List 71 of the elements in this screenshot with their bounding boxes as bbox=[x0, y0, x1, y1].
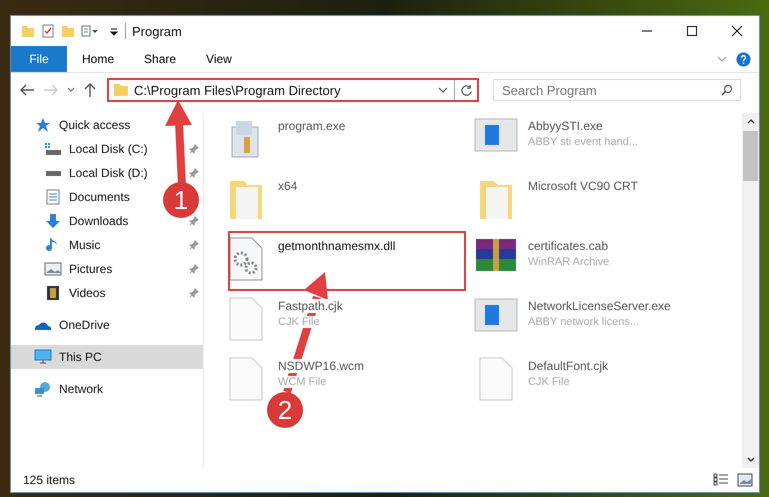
chevron-up-icon[interactable] bbox=[746, 117, 756, 125]
file-type: WinRAR Archive bbox=[528, 256, 610, 268]
chevron-down-icon[interactable] bbox=[746, 456, 756, 464]
back-arrow-icon[interactable] bbox=[19, 83, 35, 97]
monitor-icon bbox=[34, 349, 52, 365]
blank-file-icon bbox=[229, 297, 263, 341]
pin-icon[interactable] bbox=[189, 240, 199, 250]
checklist-icon[interactable] bbox=[41, 24, 55, 38]
network-icon bbox=[34, 381, 52, 397]
sidebar-item[interactable]: Local Disk (D:) bbox=[11, 161, 152, 185]
step-number-badge: 1 bbox=[163, 182, 199, 218]
file-name: DefaultFont.cjk bbox=[528, 359, 608, 373]
application-icon bbox=[474, 117, 518, 153]
application-icon bbox=[474, 297, 518, 333]
pin-icon[interactable] bbox=[189, 264, 199, 274]
address-path: C:\Program Files\Program Directory bbox=[134, 82, 342, 98]
sidebar-item[interactable]: This PC bbox=[11, 345, 203, 369]
blank-file-icon bbox=[479, 357, 513, 401]
picture-icon bbox=[44, 262, 62, 276]
file-name: Fastpath.cjk bbox=[278, 299, 343, 313]
film-icon bbox=[46, 285, 60, 301]
chevron-down-icon[interactable] bbox=[437, 85, 449, 95]
close-icon bbox=[730, 25, 742, 37]
details-view-icon[interactable] bbox=[713, 473, 729, 487]
maximize-icon bbox=[686, 25, 698, 37]
help-icon[interactable] bbox=[736, 52, 751, 66]
search-field[interactable]: Search Program bbox=[493, 79, 741, 101]
pin-icon[interactable] bbox=[189, 216, 199, 226]
sidebar-item[interactable]: Network bbox=[11, 377, 203, 401]
down-arrow-icon bbox=[45, 213, 61, 229]
file-type: ABBY sti event hand... bbox=[528, 136, 638, 148]
scrollbar-thumb[interactable] bbox=[743, 131, 758, 181]
sidebar-item[interactable]: Documents bbox=[11, 185, 134, 209]
document-icon bbox=[46, 189, 60, 205]
address-bar[interactable]: C:\Program Files\Program Directory bbox=[107, 78, 479, 102]
file-name: Microsoft VC90 CRT bbox=[528, 179, 638, 193]
archive-books-icon bbox=[474, 237, 518, 273]
sidebar-item[interactable]: Music bbox=[11, 233, 104, 257]
sidebar-item[interactable]: Local Disk (C:) bbox=[11, 137, 152, 161]
step-number-badge: 2 bbox=[267, 392, 303, 428]
file-name: x64 bbox=[278, 179, 298, 193]
star-icon bbox=[35, 117, 51, 133]
item-count: 125 items bbox=[23, 473, 76, 487]
pin-icon[interactable] bbox=[189, 288, 199, 298]
sidebar-item[interactable]: Videos bbox=[11, 281, 110, 305]
blank-file-icon bbox=[229, 357, 263, 401]
search-icon[interactable] bbox=[721, 84, 733, 96]
ribbon-tab[interactable]: View bbox=[191, 46, 247, 72]
pin-icon[interactable] bbox=[189, 144, 199, 154]
ribbon-tab[interactable]: Home bbox=[67, 46, 130, 72]
file-name: NetworkLicenseServer.exe bbox=[528, 299, 671, 313]
sidebar-item[interactable]: Quick access bbox=[11, 113, 203, 137]
file-name: certificates.cab bbox=[528, 239, 610, 253]
ribbon-tab[interactable]: Share bbox=[129, 46, 192, 72]
drive-icon bbox=[46, 170, 60, 176]
up-arrow-icon[interactable] bbox=[83, 82, 97, 98]
large-icons-view-icon[interactable] bbox=[737, 473, 753, 487]
scrollbar[interactable] bbox=[742, 113, 759, 468]
drive-icon bbox=[44, 142, 62, 156]
file-name: getmonthnamesmx.dll bbox=[278, 239, 396, 253]
sidebar-item[interactable]: Downloads bbox=[11, 209, 132, 233]
file-name: NSDWP16.wcm bbox=[278, 359, 364, 373]
refresh-icon[interactable] bbox=[460, 84, 473, 96]
folder-icon bbox=[113, 83, 129, 97]
gear-file-icon bbox=[229, 237, 263, 281]
chevron-down-icon[interactable] bbox=[67, 86, 75, 94]
window-title: Program bbox=[132, 24, 182, 38]
sidebar-item[interactable]: Pictures bbox=[11, 257, 116, 281]
sidebar-item[interactable]: OneDrive bbox=[11, 313, 203, 337]
pin-icon[interactable] bbox=[189, 168, 199, 178]
file-menu-button[interactable]: File bbox=[11, 46, 67, 72]
